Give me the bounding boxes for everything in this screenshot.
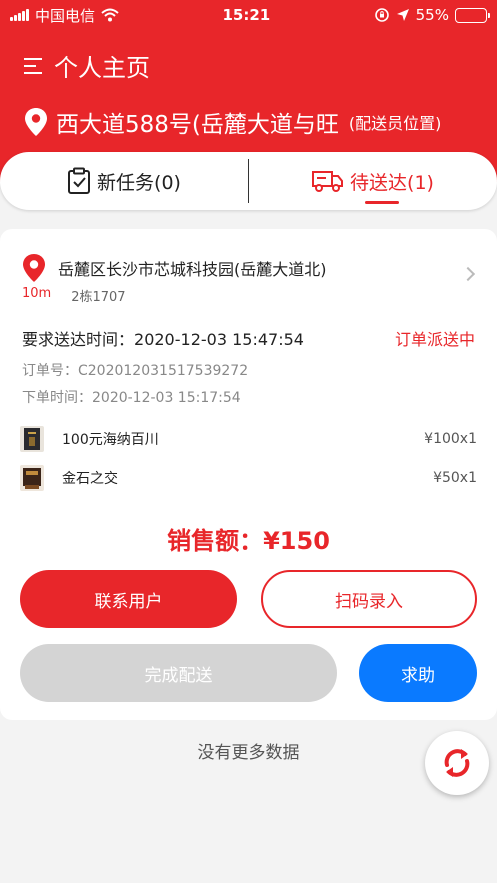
- battery-icon: [454, 7, 490, 23]
- distance: 10m: [22, 286, 52, 301]
- product-thumbnail: [20, 426, 44, 452]
- status-left: 中国电信: [10, 5, 119, 26]
- contact-user-button[interactable]: 联系用户: [20, 570, 237, 628]
- list-item: 金石之交 ¥50x1: [20, 464, 477, 492]
- refresh-button[interactable]: [425, 731, 489, 795]
- no-more-data-text: 没有更多数据: [197, 743, 300, 763]
- product-name: 100元海纳百川: [62, 432, 159, 448]
- menu-icon[interactable]: [24, 57, 44, 75]
- clock: 15:21: [222, 6, 271, 24]
- destination-address: 岳麓区长沙市芯城科技园(岳麓大道北): [58, 260, 327, 279]
- location-arrow-icon: [396, 9, 409, 21]
- sales-total: 销售额：¥150: [0, 521, 497, 556]
- complete-delivery-button[interactable]: 完成配送: [20, 644, 337, 702]
- sales-amount: ¥150: [263, 527, 330, 555]
- product-thumbnail: [20, 465, 44, 491]
- order-time: 2020-12-03 15:17:54: [92, 390, 241, 406]
- scan-code-button[interactable]: 扫码录入: [261, 570, 477, 628]
- location-pin-icon: [23, 254, 45, 282]
- product-price: ¥50x1: [433, 470, 477, 486]
- courier-address-note: (配送员位置): [348, 114, 442, 133]
- deliver-time-label: 要求送达时间：: [22, 330, 135, 349]
- clipboard-check-icon: [68, 167, 91, 194]
- product-price: ¥100x1: [424, 431, 477, 447]
- page-title: 个人主页: [54, 54, 150, 82]
- battery-percent: 55%: [415, 6, 449, 24]
- product-name: 金石之交: [62, 471, 118, 487]
- order-time-label: 下单时间：: [22, 390, 92, 406]
- location-pin-icon: [25, 108, 47, 136]
- tab-new-tasks-label: 新任务(0): [97, 171, 181, 194]
- status-right: 55%: [374, 6, 490, 24]
- carrier-label: 中国电信: [35, 6, 96, 25]
- deliver-time-row: 要求送达时间：2020-12-03 15:47:54: [22, 326, 304, 350]
- help-button[interactable]: 求助: [359, 644, 477, 702]
- rotation-lock-icon: [374, 8, 389, 22]
- status-bar: 中国电信 15:21 55%: [0, 0, 497, 30]
- destination-row[interactable]: 岳麓区长沙市芯城科技园(岳麓大道北): [22, 253, 327, 283]
- order-card: 岳麓区长沙市芯城科技园(岳麓大道北) 10m 2栋1707 要求送达时间：202…: [0, 229, 497, 720]
- order-number: C202012031517539272: [78, 363, 249, 379]
- tab-pending-delivery[interactable]: 待送达(1): [249, 152, 497, 210]
- order-number-row: 订单号：C202012031517539272: [22, 360, 248, 380]
- list-item: 100元海纳百川 ¥100x1: [20, 425, 477, 453]
- courier-address: 西大道588号(岳麓大道与旺: [56, 112, 339, 138]
- order-status: 订单派送中: [394, 330, 475, 349]
- chevron-right-icon[interactable]: [460, 266, 476, 282]
- order-tabs: 新任务(0) 待送达(1): [0, 152, 497, 210]
- wifi-icon: [101, 8, 119, 22]
- sales-label: 销售额：: [167, 527, 264, 555]
- header-title-row: 个人主页: [24, 48, 150, 83]
- refresh-icon: [444, 749, 470, 777]
- deliver-time-value: 2020-12-03 15:47:54: [134, 330, 304, 349]
- building-room: 2栋1707: [71, 290, 126, 305]
- courier-location: 西大道588号(岳麓大道与旺 (配送员位置): [24, 106, 497, 138]
- signal-icon: [10, 9, 29, 21]
- tab-pending-delivery-label: 待送达(1): [350, 171, 434, 194]
- order-time-row: 下单时间：2020-12-03 15:17:54: [22, 387, 241, 407]
- tab-new-tasks[interactable]: 新任务(0): [0, 152, 248, 210]
- order-number-label: 订单号：: [22, 363, 78, 379]
- destination-meta: 10m 2栋1707: [22, 286, 126, 305]
- delivery-truck-icon: [312, 171, 344, 192]
